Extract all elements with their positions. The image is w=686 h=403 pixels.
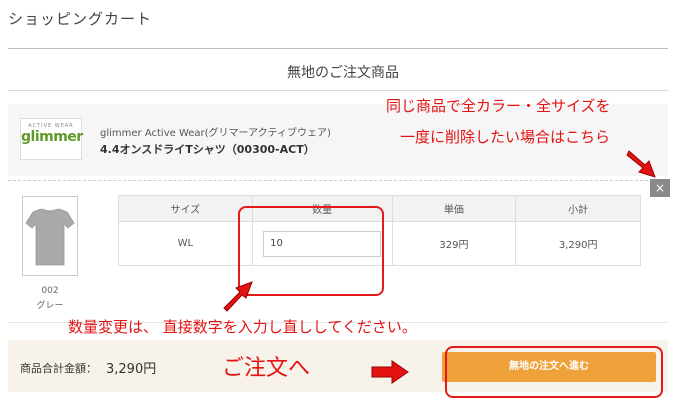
brand-name: glimmer Active Wear(グリマーアクティブウェア) xyxy=(100,128,331,139)
delete-note-line1: 同じ商品で全カラー・全サイズを xyxy=(386,97,611,115)
logo-text: glimmer xyxy=(21,129,83,145)
cell-subtotal: 3,290円 xyxy=(515,221,641,266)
header-unit-price: 単価 xyxy=(391,195,517,222)
cell-size: WL xyxy=(118,221,253,266)
page-title: ショッピングカート xyxy=(8,10,153,28)
product-thumbnail[interactable] xyxy=(22,196,78,276)
tshirt-icon xyxy=(25,208,75,266)
delete-note-line2: 一度に削除したい場合はこちら xyxy=(400,128,611,146)
arrow-to-order-icon xyxy=(371,360,409,384)
total-value: 3,290円 xyxy=(106,362,157,377)
quantity-highlight-box xyxy=(238,206,384,296)
header-divider xyxy=(8,48,668,49)
section-divider xyxy=(8,90,668,91)
color-code: 002 xyxy=(41,286,59,296)
cell-unit-price: 329円 xyxy=(391,221,517,266)
header-size: サイズ xyxy=(118,195,253,222)
brand-logo: ACTIVE WEAR glimmer xyxy=(20,118,83,160)
header-subtotal: 小計 xyxy=(515,195,641,222)
product-name[interactable]: 4.4オンスドライTシャツ（00300-ACT） xyxy=(100,141,315,157)
section-title: 無地のご注文商品 xyxy=(287,65,399,81)
quantity-note: 数量変更は、 直接数字を入力し直ししてください。 xyxy=(68,318,417,336)
delete-all-button[interactable]: × xyxy=(650,179,670,197)
arrow-to-close-icon xyxy=(626,150,656,178)
item-divider xyxy=(8,180,668,181)
arrow-to-quantity-icon xyxy=(223,281,253,312)
total-label: 商品合計金額： xyxy=(20,362,97,375)
color-name: グレー xyxy=(36,301,64,311)
order-note: ご注文へ xyxy=(222,356,311,381)
order-button-highlight-box xyxy=(445,346,663,398)
